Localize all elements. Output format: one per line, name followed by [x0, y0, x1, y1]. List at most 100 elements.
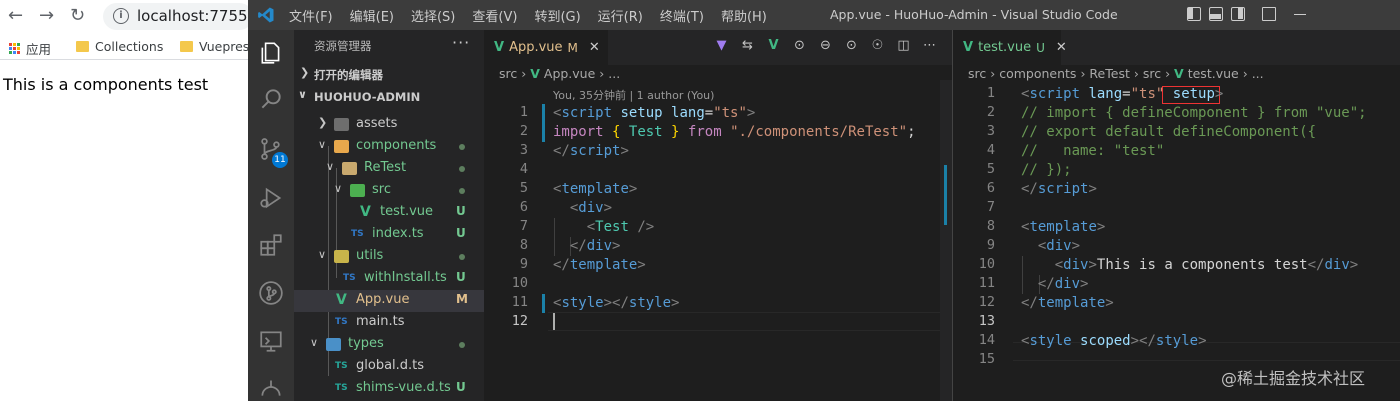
breadcrumb-item[interactable]: src	[968, 66, 986, 81]
line-number: 11	[978, 275, 995, 291]
code-line: <div>This is a components test</div>	[1054, 257, 1359, 273]
search-icon[interactable]	[248, 76, 294, 122]
tree-item-label: utils	[356, 248, 384, 263]
line-number: 12	[511, 313, 528, 329]
explorer-header: 资源管理器	[314, 39, 372, 53]
source-control-icon[interactable]: 11	[248, 126, 294, 172]
browser-window: ← → ↻ i localhost:7755 应用 Collections Vu…	[0, 0, 248, 401]
vite-icon[interactable]: ▼	[714, 38, 729, 53]
tree-item-main-ts[interactable]: TS main.ts	[294, 312, 484, 334]
code-line: </div>	[1037, 276, 1089, 292]
bookmark-collections[interactable]: Collections	[76, 39, 163, 54]
bookmark-label: Vuepres	[199, 39, 248, 54]
typescript-def-icon: TS	[335, 361, 348, 371]
tab-app-vue[interactable]: V App.vue M ✕	[484, 30, 608, 65]
line-number: 3	[986, 123, 995, 139]
menu-file[interactable]: 文件(F)	[289, 6, 333, 25]
tree-item-components[interactable]: ∨ components	[294, 136, 484, 158]
tab-bar: V test.vue U ✕	[953, 30, 1400, 65]
git-blame-codelens[interactable]: You, 35分钟前 | 1 author (You)	[553, 87, 714, 103]
toggle-sidebar-icon[interactable]	[1187, 7, 1201, 21]
tree-item-label: ReTest	[364, 160, 407, 175]
menu-go[interactable]: 转到(G)	[534, 6, 580, 25]
git-gutter-modified	[542, 104, 545, 142]
breadcrumb-separator-icon: ›	[599, 66, 609, 81]
tree-item-global-d-ts[interactable]: TS global.d.ts	[294, 356, 484, 378]
overview-ruler-mark	[944, 165, 947, 225]
line-number: 11	[511, 294, 528, 310]
chevron-down-icon: ∨	[310, 336, 319, 349]
forward-icon[interactable]: →	[39, 5, 54, 27]
menu-selection[interactable]: 选择(S)	[411, 6, 455, 25]
tree-item-assets[interactable]: ❯ assets	[294, 114, 484, 136]
close-icon[interactable]: ✕	[1056, 40, 1067, 55]
timeline-icon[interactable]	[248, 364, 294, 401]
breadcrumb-item[interactable]: ...	[1252, 66, 1264, 81]
tree-item-shims-vue-d-ts[interactable]: TS shims-vue.d.ts U	[294, 378, 484, 400]
previous-change-icon[interactable]: ⊙	[792, 38, 807, 53]
toggle-secondary-sidebar-icon[interactable]	[1231, 7, 1245, 21]
run-debug-icon[interactable]	[248, 175, 294, 221]
breadcrumb-item[interactable]: test.vue	[1188, 66, 1239, 81]
tab-label: App.vue	[509, 40, 563, 55]
git-history-icon[interactable]: ☉	[870, 38, 885, 53]
line-number: 3	[519, 142, 528, 158]
git-commit-icon[interactable]: ⊖	[818, 38, 833, 53]
compare-changes-icon[interactable]: ⇆	[740, 38, 755, 53]
vue-file-icon: V	[360, 204, 371, 220]
tree-item-withinstall-ts[interactable]: TS withInstall.ts U	[294, 268, 484, 290]
breadcrumb-item[interactable]: App.vue	[544, 66, 595, 81]
remote-explorer-icon[interactable]	[248, 318, 294, 364]
tree-item-test-vue[interactable]: V test.vue U	[294, 202, 484, 224]
explorer-icon[interactable]	[248, 30, 294, 76]
menu-run[interactable]: 运行(R)	[598, 6, 643, 25]
back-icon[interactable]: ←	[8, 5, 23, 27]
reload-icon[interactable]: ↻	[70, 5, 85, 27]
breadcrumb-item[interactable]: ReTest	[1089, 66, 1129, 81]
breadcrumb-item[interactable]: ...	[608, 66, 620, 81]
more-actions-icon[interactable]: ···	[452, 33, 470, 52]
breadcrumb-item[interactable]: src	[499, 66, 517, 81]
more-actions-icon[interactable]: ⋯	[922, 38, 937, 53]
git-graph-icon[interactable]	[248, 270, 294, 316]
close-icon[interactable]: ✕	[589, 40, 600, 55]
customize-layout-icon[interactable]	[1262, 7, 1276, 21]
menu-view[interactable]: 查看(V)	[472, 6, 517, 25]
address-bar[interactable]: i localhost:7755	[103, 3, 248, 30]
tree-item-label: main.ts	[356, 314, 405, 329]
vue-preview-icon[interactable]: V	[766, 38, 781, 53]
tree-item-types[interactable]: ∨ types	[294, 334, 484, 356]
modified-dot-icon	[459, 254, 465, 260]
tree-item-src[interactable]: ∨ src	[294, 180, 484, 202]
line-number: 6	[519, 199, 528, 215]
site-info-icon[interactable]: i	[113, 8, 129, 24]
folder-icon	[180, 41, 193, 52]
code-area[interactable]: <script setup lang="ts"> import { Test } …	[553, 104, 916, 332]
bookmark-apps[interactable]: 应用	[9, 39, 51, 58]
code-area[interactable]: <script lang="ts" setup> // import { defi…	[1021, 85, 1367, 370]
line-number: 6	[986, 180, 995, 196]
menu-edit[interactable]: 编辑(E)	[350, 6, 394, 25]
menu-help[interactable]: 帮助(H)	[721, 6, 767, 25]
next-change-icon[interactable]: ⊙	[844, 38, 859, 53]
tree-item-retest[interactable]: ∨ ReTest	[294, 158, 484, 180]
minimize-icon[interactable]	[1294, 14, 1306, 15]
breadcrumb-item[interactable]: src	[1143, 66, 1161, 81]
toggle-panel-icon[interactable]	[1209, 7, 1223, 21]
line-number: 13	[978, 313, 995, 329]
bookmark-vuepress[interactable]: Vuepres	[180, 39, 248, 54]
extensions-icon[interactable]	[248, 222, 294, 268]
tree-item-app-vue[interactable]: V App.vue M	[294, 290, 484, 312]
tab-test-vue[interactable]: V test.vue U ✕	[953, 30, 1067, 65]
tab-bar: V App.vue M ✕ ▼ ⇆ V ⊙ ⊖ ⊙ ☉ ◫ ⋯	[484, 30, 952, 65]
menu-terminal[interactable]: 终端(T)	[660, 6, 704, 25]
folder-icon	[334, 118, 349, 131]
address-url[interactable]: localhost:7755	[137, 7, 248, 25]
tree-item-index-ts[interactable]: TS index.ts U	[294, 224, 484, 246]
tree-item-utils[interactable]: ∨ utils	[294, 246, 484, 268]
breadcrumb-item[interactable]: components	[999, 66, 1076, 81]
typescript-file-icon: TS	[343, 273, 356, 283]
vertical-scrollbar[interactable]	[940, 80, 952, 401]
split-editor-icon[interactable]: ◫	[896, 38, 911, 53]
